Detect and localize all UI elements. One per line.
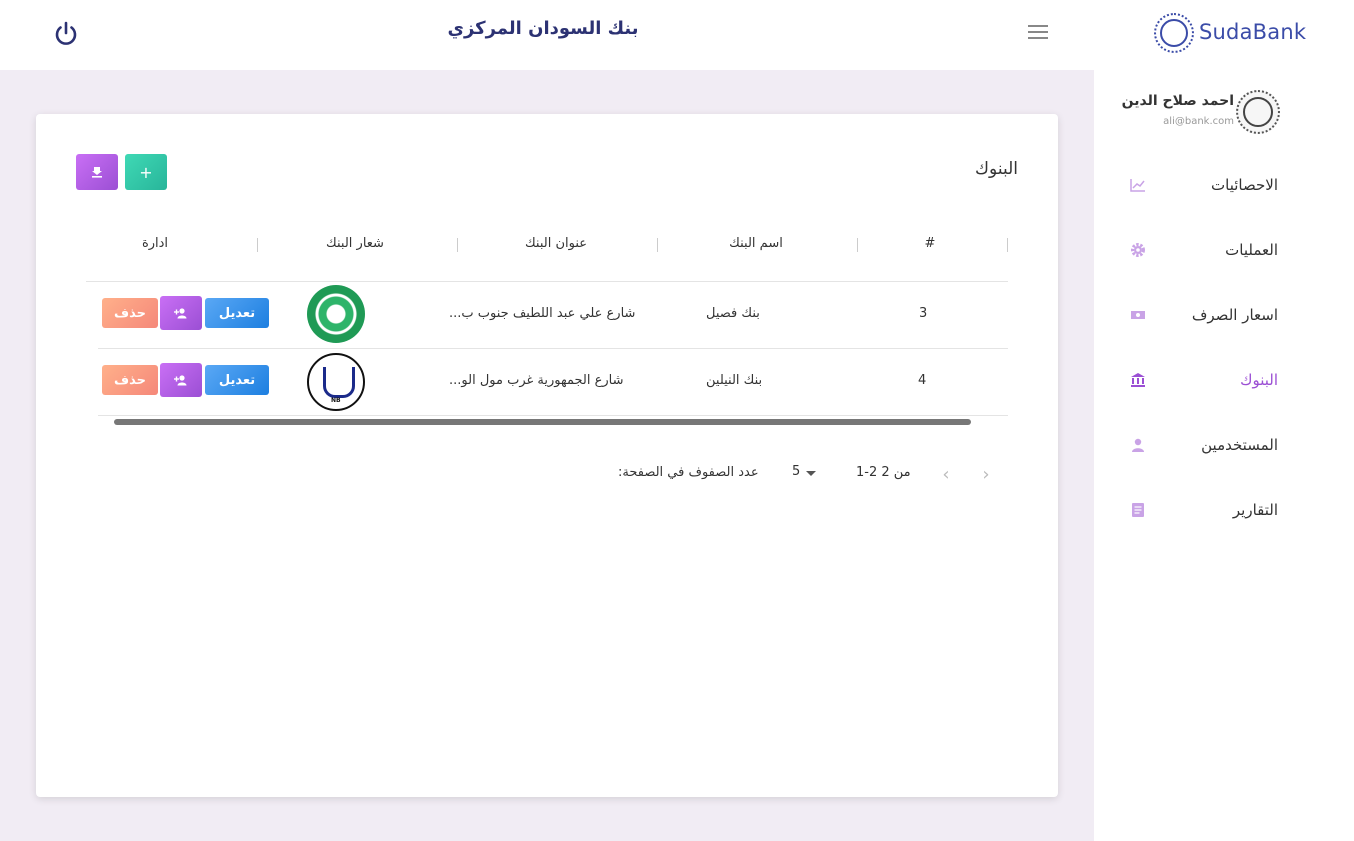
sidebar-item-label: التقارير xyxy=(1232,500,1278,519)
menu-toggle-icon[interactable] xyxy=(1028,25,1048,39)
sidebar-item-operations[interactable]: العمليات xyxy=(1094,217,1354,282)
banks-table: # اسم البنك عنوان البنك شعار البنك ادارة… xyxy=(86,214,1008,416)
sidebar-item-users[interactable]: المستخدمين xyxy=(1094,412,1354,477)
chart-line-icon xyxy=(1130,177,1146,193)
add-person-icon xyxy=(174,375,187,386)
add-bank-button[interactable]: + xyxy=(125,154,167,190)
download-button[interactable] xyxy=(76,154,118,190)
sidebar-item-label: العمليات xyxy=(1225,240,1278,259)
delete-button[interactable]: حذف xyxy=(102,365,158,395)
brand-name: SudaBank xyxy=(1199,20,1307,44)
avatar xyxy=(1236,90,1280,134)
sidebar-item-statistics[interactable]: الاحصائيات xyxy=(1094,152,1354,217)
brand[interactable]: SudaBank xyxy=(1094,0,1354,70)
column-divider xyxy=(457,238,458,252)
cell-id: 4 xyxy=(918,373,927,388)
page-header-title: بنك السودان المركزي xyxy=(0,18,1090,39)
edit-button[interactable]: تعديل xyxy=(205,365,269,395)
column-header-actions: ادارة xyxy=(141,236,169,251)
money-icon xyxy=(1130,307,1146,323)
edit-button[interactable]: تعديل xyxy=(205,298,269,328)
column-divider xyxy=(657,238,658,252)
sidebar-item-exchange-rates[interactable]: اسعار الصرف xyxy=(1094,282,1354,347)
rows-per-page-value: 5 xyxy=(792,464,801,479)
chevron-left-icon[interactable]: ‹ xyxy=(936,464,956,485)
cell-bank-name: بنك النيلين xyxy=(706,373,763,388)
delete-button[interactable]: حذف xyxy=(102,298,158,328)
user-profile: احمد صلاح الدين ali@bank.com xyxy=(1094,88,1354,138)
sidebar: SudaBank احمد صلاح الدين ali@bank.com ال… xyxy=(1094,0,1354,841)
brand-logo-icon xyxy=(1154,13,1194,53)
assign-user-button[interactable] xyxy=(160,363,202,397)
pagination-range: 1-2 من 2 xyxy=(856,465,911,480)
caret-down-icon xyxy=(806,471,816,476)
download-icon xyxy=(92,167,102,178)
column-header-number[interactable]: # xyxy=(830,236,1030,251)
table-header: # اسم البنك عنوان البنك شعار البنك ادارة xyxy=(86,214,1008,282)
add-icon: + xyxy=(139,162,153,182)
rows-per-page-label: عدد الصفوف في الصفحة: xyxy=(618,465,759,480)
sidebar-item-banks[interactable]: البنوك xyxy=(1094,347,1354,412)
column-header-bank-logo[interactable]: شعار البنك xyxy=(255,236,455,251)
cell-bank-address: شارع الجمهورية غرب مول الو... xyxy=(449,373,624,388)
gear-icon xyxy=(1130,242,1146,258)
column-header-bank-address[interactable]: عنوان البنك xyxy=(456,236,656,251)
column-divider xyxy=(857,238,858,252)
pagination: عدد الصفوف في الصفحة: 5 1-2 من 2 ‹ › xyxy=(36,462,1058,486)
cell-bank-name: بنك فصيل xyxy=(706,306,760,321)
assign-user-button[interactable] xyxy=(160,296,202,330)
nilein-bank-logo xyxy=(307,353,365,411)
horizontal-scrollbar[interactable] xyxy=(114,419,971,425)
cell-bank-address: شارع علي عبد اللطيف جنوب ب... xyxy=(449,306,636,321)
card-title: البنوك xyxy=(975,159,1018,179)
person-icon xyxy=(1130,437,1146,453)
table-row: 3 بنك فصيل شارع علي عبد اللطيف جنوب ب...… xyxy=(98,282,1008,349)
sidebar-item-label: اسعار الصرف xyxy=(1191,305,1278,324)
profile-name: احمد صلاح الدين xyxy=(1121,93,1234,109)
bank-icon xyxy=(1130,372,1146,388)
rows-per-page-select[interactable]: 5 xyxy=(792,462,822,484)
add-person-icon xyxy=(174,308,187,319)
sidebar-menu: الاحصائيات العمليات اسعار الصرف البنوك ا… xyxy=(1094,152,1354,542)
cell-id: 3 xyxy=(919,306,928,321)
sidebar-item-label: الاحصائيات xyxy=(1211,175,1278,194)
banks-card: البنوك + # اسم البنك عنوان البنك شعار ال… xyxy=(36,114,1058,797)
faisal-bank-logo xyxy=(307,285,365,343)
column-header-bank-name[interactable]: اسم البنك xyxy=(656,236,856,251)
profile-email: ali@bank.com xyxy=(1163,116,1234,127)
table-row: 4 بنك النيلين شارع الجمهورية غرب مول الو… xyxy=(98,349,1008,416)
sidebar-item-reports[interactable]: التقارير xyxy=(1094,477,1354,542)
sidebar-item-label: البنوك xyxy=(1240,370,1278,389)
sidebar-item-label: المستخدمين xyxy=(1201,435,1278,454)
column-divider xyxy=(257,238,258,252)
header-title-text: بنك السودان المركزي xyxy=(447,18,639,39)
top-bar: بنك السودان المركزي xyxy=(0,0,1094,70)
chevron-right-icon[interactable]: › xyxy=(976,464,996,485)
report-icon xyxy=(1130,502,1146,518)
